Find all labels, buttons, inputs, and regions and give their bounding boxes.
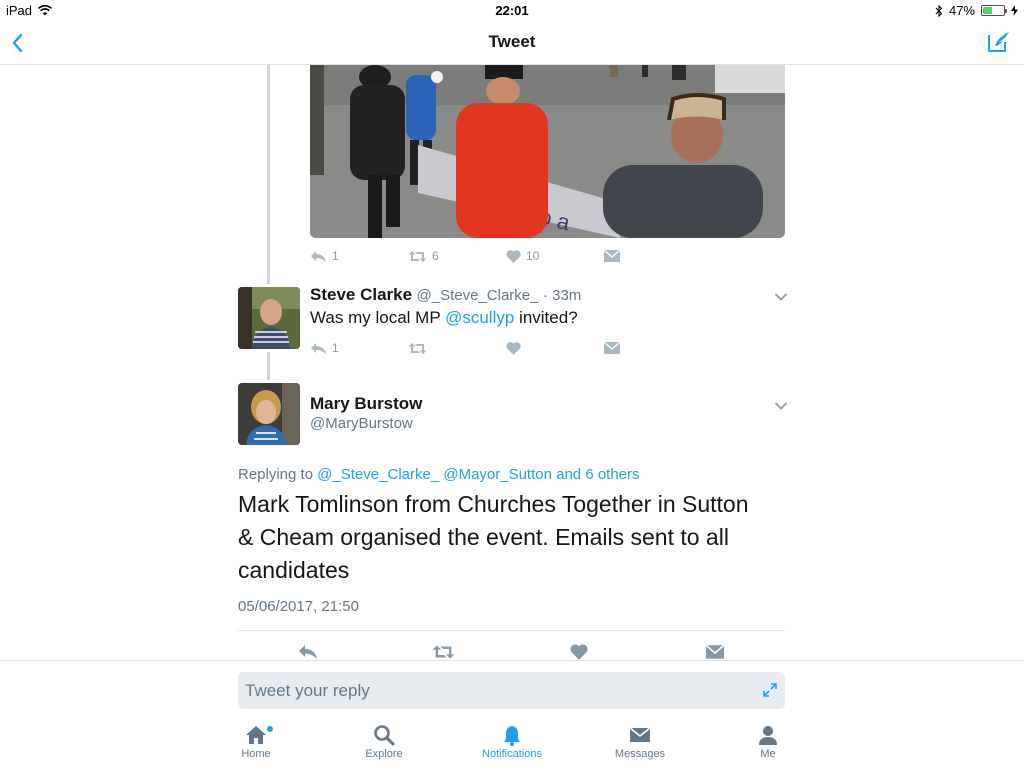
reply-icon — [311, 250, 326, 262]
tweet-body: Mark Tomlinson from Churches Together in… — [238, 491, 749, 583]
direct-message-button[interactable] — [604, 250, 620, 262]
tab-bar: Home Explore Notifications Messages Me — [0, 716, 1024, 768]
author-name[interactable]: Steve Clarke — [310, 285, 412, 304]
retweet-icon — [408, 250, 427, 262]
retweet-icon — [408, 342, 427, 354]
tab-notifications[interactable]: Notifications — [462, 724, 562, 760]
tweet-actions: 1 6 10 — [310, 249, 620, 263]
tab-label: Me — [760, 748, 776, 760]
reply-button[interactable]: 1 — [310, 341, 408, 355]
tweet-timestamp: 05/06/2017, 21:50 — [238, 598, 359, 615]
tab-me[interactable]: Me — [718, 724, 818, 760]
replying-to: Replying to @_Steve_Clarke_ @Mayor_Sutto… — [238, 466, 640, 483]
direct-message-button[interactable] — [706, 645, 724, 659]
tweet-photo[interactable]: o a — [310, 65, 785, 238]
reply-count: 1 — [332, 341, 339, 355]
direct-message-button[interactable] — [604, 342, 620, 354]
reply-icon — [311, 342, 326, 354]
heart-icon — [506, 341, 521, 355]
chevron-down-icon[interactable] — [774, 401, 788, 411]
like-button[interactable] — [570, 644, 588, 660]
tweet-header: Steve Clarke @_Steve_Clarke_ · 33m — [310, 285, 581, 305]
retweet-button[interactable] — [408, 342, 506, 355]
replying-to-users[interactable]: @_Steve_Clarke_ @Mayor_Sutton and 6 othe… — [317, 466, 639, 483]
status-time: 22:01 — [495, 3, 529, 18]
home-icon — [246, 726, 266, 744]
chevron-down-icon[interactable] — [774, 292, 788, 302]
replying-to-label: Replying to — [238, 466, 318, 483]
tab-label: Home — [241, 748, 271, 760]
author-handle[interactable]: @_Steve_Clarke_ — [417, 287, 539, 304]
like-count: 10 — [526, 249, 540, 263]
tweet-time: · 33m — [542, 287, 582, 304]
tweet-text-end: invited? — [514, 308, 578, 327]
reply-bar: Tweet your reply — [0, 660, 1024, 716]
person-icon — [759, 726, 777, 745]
battery-level — [983, 7, 993, 14]
mary-burstow-avatar-image — [238, 383, 300, 445]
author-name[interactable]: Mary Burstow — [310, 394, 422, 414]
tab-explore[interactable]: Explore — [334, 724, 434, 760]
page-title: Tweet — [488, 32, 536, 51]
retweet-button[interactable]: 6 — [408, 249, 506, 263]
event-photo-image: o a — [310, 65, 785, 238]
tab-home[interactable]: Home — [206, 724, 306, 760]
compose-icon — [988, 32, 1009, 52]
divider — [238, 630, 785, 631]
heart-icon — [506, 249, 521, 263]
reply-placeholder: Tweet your reply — [245, 681, 370, 700]
reply-input[interactable]: Tweet your reply — [238, 672, 785, 709]
mention-link[interactable]: @scullyp — [445, 308, 514, 327]
thread-line — [267, 352, 270, 380]
like-button[interactable] — [506, 341, 604, 355]
like-button[interactable]: 10 — [506, 249, 604, 263]
thread-line — [267, 65, 270, 284]
avatar[interactable] — [238, 287, 300, 349]
charging-icon — [1011, 5, 1018, 16]
tab-messages[interactable]: Messages — [590, 724, 690, 760]
reply-button[interactable]: 1 — [310, 249, 408, 263]
compose-tweet-button[interactable] — [986, 29, 1012, 55]
bluetooth-icon — [935, 4, 943, 17]
expand-icon[interactable] — [763, 683, 777, 697]
steve-clarke-avatar-image — [238, 287, 300, 349]
envelope-icon — [604, 342, 620, 354]
bell-icon — [504, 726, 520, 746]
retweet-count: 6 — [432, 249, 439, 263]
tab-label: Explore — [365, 748, 403, 760]
battery-percent: 47% — [948, 3, 975, 18]
tweet-thread[interactable]: o a 1 6 10 Steve Clarke @_Steve_Clarke_ … — [0, 65, 1024, 660]
reply-button[interactable] — [298, 644, 318, 660]
nav-bar: Tweet — [0, 22, 1024, 65]
tweet-text: Was my local MP @scullyp invited? — [310, 308, 578, 328]
reply-count: 1 — [332, 249, 339, 263]
author-handle[interactable]: @MaryBurstow — [310, 415, 413, 432]
status-bar: iPad 22:01 47% — [0, 0, 1024, 22]
tab-label: Notifications — [482, 748, 542, 760]
tweet-actions: 1 — [310, 341, 620, 355]
battery-icon — [981, 5, 1007, 16]
tab-label: Messages — [614, 748, 666, 760]
tweet-text-start: Was my local MP — [310, 308, 446, 327]
envelope-icon — [629, 727, 651, 742]
envelope-icon — [604, 250, 620, 262]
notification-dot — [267, 726, 273, 732]
avatar[interactable] — [238, 383, 300, 445]
search-icon — [374, 725, 395, 746]
retweet-button[interactable] — [432, 644, 455, 660]
